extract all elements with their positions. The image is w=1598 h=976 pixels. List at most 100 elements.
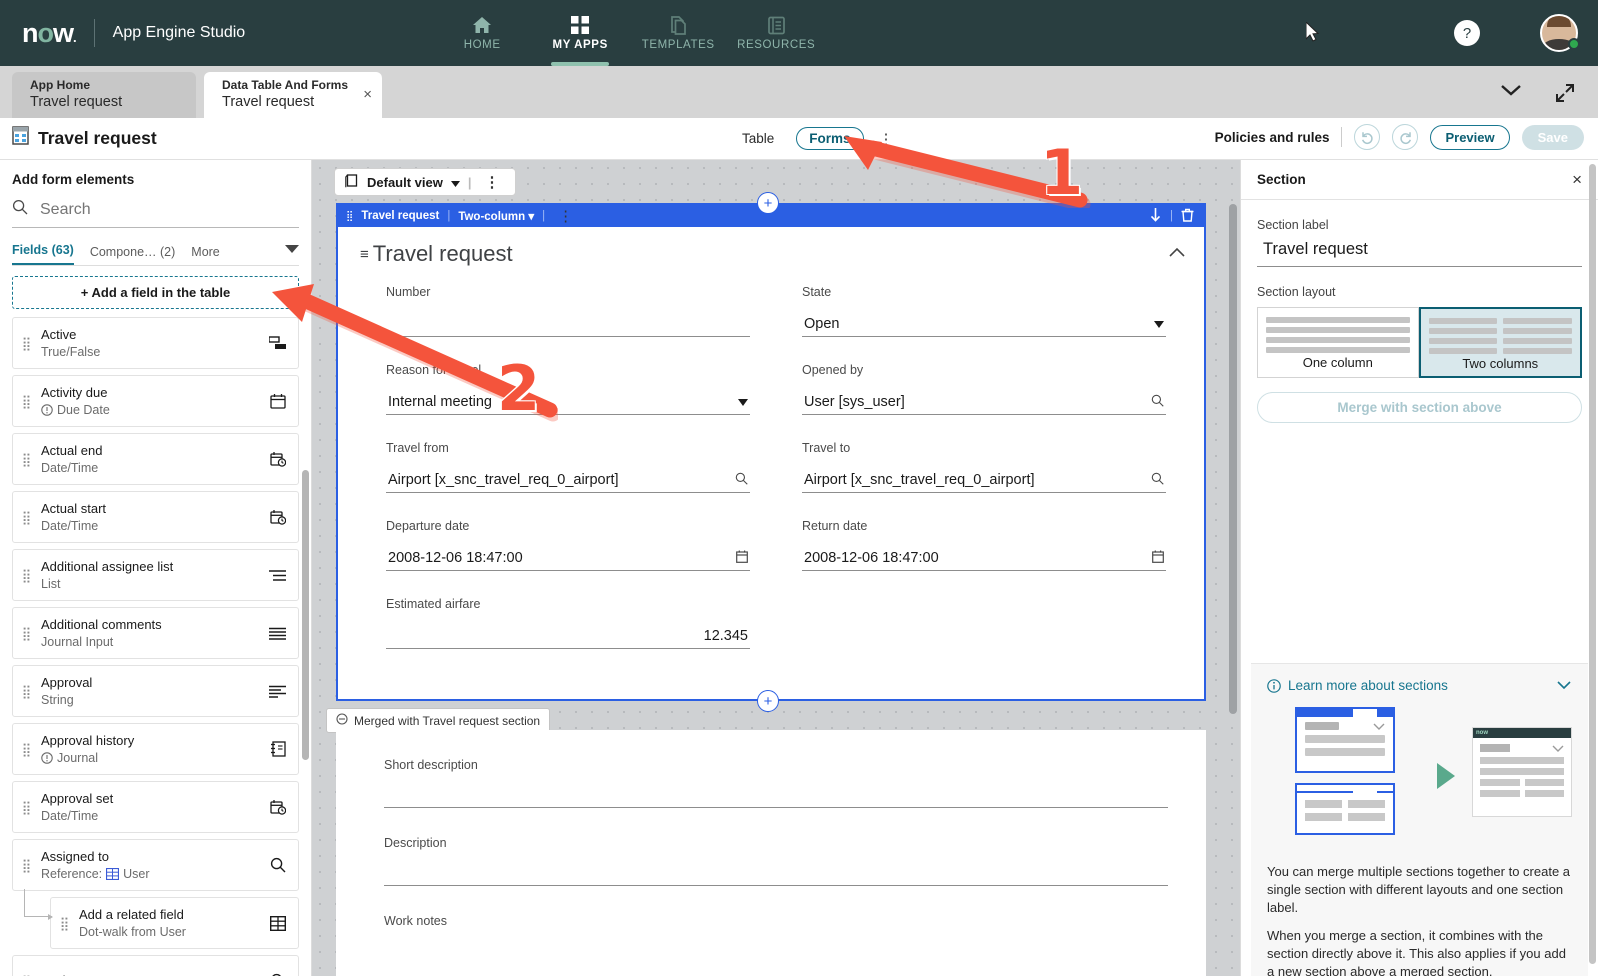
layout-option-one-column[interactable]: One column — [1257, 307, 1419, 378]
field-input[interactable]: 12.345 — [386, 623, 750, 649]
merge-with-section-above-button[interactable]: Merge with section above — [1257, 392, 1582, 423]
field-input[interactable]: Internal meeting — [386, 389, 750, 415]
arrow-down-icon[interactable] — [1149, 207, 1162, 225]
sidebar-tab-components[interactable]: Compone… (2) — [90, 245, 175, 265]
form-section-travel-request[interactable]: ⣿ Travel request | Two-column ▾ | ⋮ | ≡ … — [336, 203, 1206, 701]
form-field-departure-date[interactable]: Departure date 2008-12-06 18:47:00 — [386, 519, 750, 571]
list-item[interactable]: ⣿ Additional assignee list List — [12, 549, 299, 601]
close-icon[interactable]: × — [1572, 170, 1582, 190]
list-item[interactable]: ⣿ Approval String — [12, 665, 299, 717]
drag-handle-icon[interactable]: ⣿ — [19, 511, 35, 524]
trash-icon[interactable] — [1181, 208, 1194, 225]
list-item[interactable]: ⣿ Add a related field Dot-walk from User — [50, 897, 299, 949]
field-input[interactable]: Airport [x_snc_travel_req_0_airport] — [386, 467, 750, 493]
drag-handle-icon[interactable]: ⣿ — [19, 801, 35, 814]
drag-handle-icon[interactable]: ⣿ — [19, 685, 35, 698]
form-field-travel-to[interactable]: Travel to Airport [x_snc_travel_req_0_ai… — [802, 441, 1166, 493]
tab-data-table-and-forms[interactable]: Data Table And Forms Travel request × — [204, 72, 382, 118]
nav-item-templates[interactable]: TEMPLATES — [629, 0, 727, 66]
expand-icon[interactable] — [1554, 82, 1576, 109]
magnifier-icon[interactable] — [1151, 394, 1164, 410]
field-input[interactable]: Open — [802, 311, 1166, 337]
list-item[interactable]: ⣿ Active True/False — [12, 317, 299, 369]
field-input[interactable]: 2008-12-06 18:47:00 — [386, 545, 750, 571]
list-item[interactable]: ⣿ Assigned to Reference: User — [12, 839, 299, 891]
add-section-below-button[interactable]: + — [757, 690, 779, 712]
layout-option-two-columns[interactable]: Two columns — [1418, 307, 1582, 378]
field-input[interactable] — [384, 772, 1168, 808]
section-label-input[interactable]: Travel request — [1257, 240, 1582, 267]
form-section-merged[interactable]: Short description Description Work notes — [336, 730, 1206, 976]
add-section-above-button[interactable]: + — [757, 192, 779, 214]
form-field-reason-for-travel[interactable]: Reason for travel Internal meeting — [386, 363, 750, 415]
drag-handle-icon[interactable]: ⣿ — [57, 917, 73, 930]
undo-icon[interactable] — [1354, 124, 1381, 150]
list-item[interactable]: ⣿ Actual start Date/Time — [12, 491, 299, 543]
drag-handle-icon[interactable]: ⣿ — [19, 395, 35, 408]
help-icon[interactable]: ? — [1454, 20, 1480, 46]
now-logo[interactable]: now. — [22, 19, 77, 47]
default-view-selector[interactable]: Default view | ⋮ — [334, 168, 516, 196]
list-item[interactable]: ⣿ Additional comments Journal Input — [12, 607, 299, 659]
redo-icon[interactable] — [1392, 124, 1419, 150]
save-button[interactable]: Save — [1521, 124, 1584, 150]
list-item[interactable]: ⣿ Approval history Journal — [12, 723, 299, 775]
section-layout-dropdown[interactable]: Two-column ▾ — [458, 209, 534, 223]
drag-handle-icon[interactable]: ⣿ — [19, 569, 35, 582]
calendar-icon[interactable] — [736, 550, 748, 566]
field-input[interactable] — [384, 850, 1168, 886]
forms-kebab-menu-icon[interactable]: ⋮ — [874, 130, 899, 148]
magnifier-icon[interactable] — [735, 472, 748, 488]
chevron-down-icon[interactable] — [285, 241, 299, 259]
learn-more-header[interactable]: Learn more about sections — [1267, 678, 1572, 693]
list-item[interactable]: ⣿ Activity due Due Date — [12, 375, 299, 427]
field-input[interactable]: Airport [x_snc_travel_req_0_airport] — [802, 467, 1166, 493]
section-kebab-menu-icon[interactable]: ⋮ — [553, 207, 578, 225]
caret-down-icon[interactable] — [738, 395, 748, 409]
close-icon[interactable]: × — [363, 86, 372, 103]
list-item[interactable]: ⣿ Approval set Date/Time — [12, 781, 299, 833]
drag-handle-icon[interactable]: ⣿ — [19, 627, 35, 640]
nav-item-my-apps[interactable]: MY APPS — [531, 0, 629, 66]
preview-button[interactable]: Preview — [1430, 124, 1510, 150]
form-field-return-date[interactable]: Return date 2008-12-06 18:47:00 — [802, 519, 1166, 571]
tab-app-home[interactable]: App Home Travel request — [12, 72, 196, 118]
add-a-field-in-the-table-button[interactable]: + Add a field in the table — [12, 276, 299, 309]
form-field-number[interactable]: Number — [386, 285, 750, 337]
nav-item-resources[interactable]: RESOURCES — [727, 0, 825, 66]
chevron-up-icon[interactable] — [1168, 245, 1186, 263]
calendar-icon[interactable] — [1152, 550, 1164, 566]
form-field-description[interactable]: Description — [336, 836, 1206, 886]
policies-and-rules-link[interactable]: Policies and rules — [1215, 130, 1330, 145]
form-field-estimated-airfare[interactable]: Estimated airfare 12.345 — [386, 597, 750, 649]
field-input[interactable] — [386, 311, 750, 337]
drag-handle-icon[interactable]: ⣿ — [346, 211, 353, 222]
canvas-scrollbar[interactable] — [1229, 204, 1237, 714]
panel-scrollbar[interactable] — [1589, 164, 1596, 964]
caret-down-icon[interactable] — [1154, 317, 1164, 331]
tab-forms[interactable]: Forms — [796, 127, 864, 150]
chevron-down-icon[interactable] — [1556, 678, 1572, 693]
drag-handle-icon[interactable]: ⣿ — [19, 453, 35, 466]
magnifier-icon[interactable] — [1151, 472, 1164, 488]
list-item[interactable]: ⣿ Assignment group — [12, 955, 299, 976]
view-kebab-menu-icon[interactable]: ⋮ — [480, 173, 505, 191]
sidebar-tab-more[interactable]: More — [191, 245, 219, 265]
form-field-work-notes[interactable]: Work notes — [336, 914, 1206, 928]
drag-handle-icon[interactable]: ⣿ — [19, 743, 35, 756]
field-input[interactable]: 2008-12-06 18:47:00 — [802, 545, 1166, 571]
form-field-state[interactable]: State Open — [802, 285, 1166, 337]
tab-table[interactable]: Table — [730, 128, 786, 149]
form-field-short-description[interactable]: Short description — [336, 758, 1206, 808]
form-field-opened-by[interactable]: Opened by User [sys_user] — [802, 363, 1166, 415]
form-field-travel-from[interactable]: Travel from Airport [x_snc_travel_req_0_… — [386, 441, 750, 493]
drag-handle-icon[interactable]: ⣿ — [19, 337, 35, 350]
nav-item-home[interactable]: HOME — [433, 0, 531, 66]
list-item[interactable]: ⣿ Actual end Date/Time — [12, 433, 299, 485]
drag-handle-icon[interactable]: ⣿ — [19, 859, 35, 872]
chevron-down-icon[interactable] — [1498, 82, 1524, 103]
search-input[interactable] — [40, 200, 270, 219]
field-input[interactable]: User [sys_user] — [802, 389, 1166, 415]
sidebar-tab-fields[interactable]: Fields (63) — [12, 243, 74, 265]
sidebar-scrollbar[interactable] — [302, 470, 309, 760]
